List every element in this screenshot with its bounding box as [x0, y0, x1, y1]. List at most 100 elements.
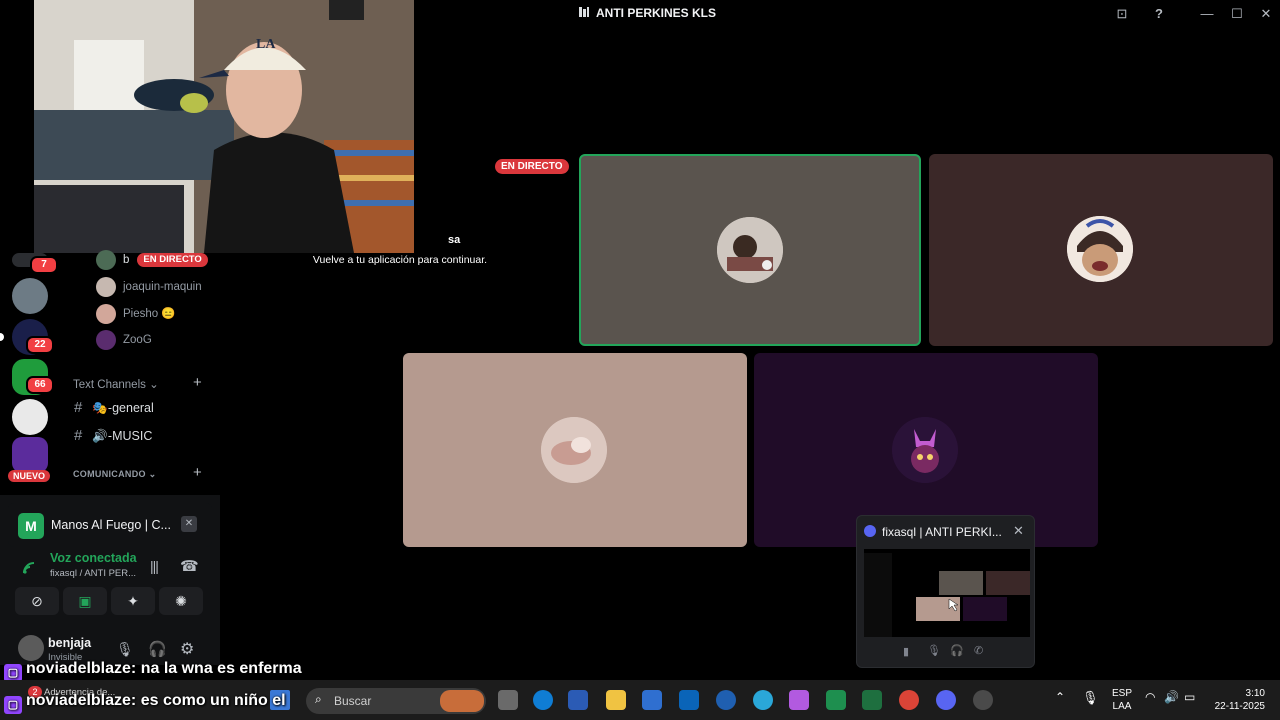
- window-title-text: ANTI PERKINES KLS: [596, 6, 717, 20]
- server-unread-badge: 22: [26, 336, 54, 354]
- gear-icon[interactable]: ⚙: [180, 639, 194, 659]
- activity-title: Manos Al Fuego | C...: [51, 518, 171, 532]
- chevron-up-icon[interactable]: ⌃: [1055, 690, 1065, 704]
- live-indicator: EN DIRECTO: [495, 159, 569, 174]
- avatar: [717, 217, 783, 283]
- camera-off-button[interactable]: ⊘: [15, 587, 59, 615]
- copilot-icon[interactable]: [789, 690, 809, 710]
- minimize-button[interactable]: —: [1197, 4, 1217, 24]
- voice-user[interactable]: joaquin-maquin: [96, 277, 202, 297]
- taskbar-search[interactable]: ⌕ Buscar: [306, 688, 486, 714]
- channel-emoji: 🎭: [92, 401, 108, 415]
- close-activity-icon[interactable]: ✕: [181, 516, 197, 532]
- connection-signal-icon[interactable]: [21, 558, 39, 576]
- new-label: NUEVO: [8, 470, 51, 482]
- task-view-icon[interactable]: [498, 690, 518, 710]
- chat-message: ▢ noviadelblaze: es como un niño el: [0, 692, 286, 716]
- voice-user-name: b: [123, 254, 130, 267]
- app-icon[interactable]: [862, 690, 882, 710]
- close-icon[interactable]: ✕: [1013, 523, 1024, 539]
- server-unread-badge: 66: [26, 376, 54, 394]
- add-channel-icon[interactable]: +: [193, 374, 202, 391]
- activity-card[interactable]: M Manos Al Fuego | C... ✕: [8, 503, 212, 547]
- edge-icon[interactable]: [533, 690, 553, 710]
- soundboard-button[interactable]: ✺: [159, 587, 203, 615]
- avatar: [1067, 216, 1133, 282]
- outlook-icon[interactable]: [679, 690, 699, 710]
- webcam-image: LA: [34, 0, 414, 253]
- battery-icon[interactable]: ▭: [1184, 690, 1195, 704]
- help-icon[interactable]: ?: [1149, 4, 1169, 24]
- avatar: [96, 250, 116, 270]
- overlay-name: sa: [448, 234, 461, 246]
- webcam-overlay: LA: [34, 0, 414, 253]
- clock[interactable]: 3:10 22-11-2025: [1205, 687, 1265, 713]
- continue-note: Vuelve a tu aplicación para continuar.: [312, 254, 488, 266]
- category-label: Text Channels: [73, 379, 146, 391]
- avatar: [541, 417, 607, 483]
- popup-title: fixasql | ANTI PERKI...: [882, 525, 1002, 539]
- voice-user[interactable]: ZooG: [96, 330, 152, 350]
- voice-user-panel: M Manos Al Fuego | C... ✕ Voz conectada …: [0, 495, 220, 665]
- live-badge: EN DIRECTO: [137, 253, 208, 267]
- language-region: LAA: [1112, 701, 1132, 712]
- search-highlight-image: [440, 690, 484, 712]
- hp-icon[interactable]: [716, 690, 736, 710]
- search-placeholder: Buscar: [334, 694, 372, 708]
- chevron-down-icon: ⌄: [149, 379, 159, 391]
- volume-icon[interactable]: 🔊: [1164, 690, 1179, 704]
- avatar: [96, 304, 116, 324]
- close-button[interactable]: ✕: [1256, 4, 1276, 24]
- category-comunicando[interactable]: COMUNICANDO ⌄: [73, 469, 156, 480]
- add-channel-icon[interactable]: +: [193, 464, 202, 481]
- microphone-icon[interactable]: 🎙: [927, 644, 941, 657]
- excel-icon[interactable]: [826, 690, 846, 710]
- camera-icon[interactable]: ▮: [903, 645, 921, 661]
- wifi-icon[interactable]: ◠: [1145, 690, 1155, 704]
- server-icon[interactable]: [12, 399, 48, 435]
- word-icon[interactable]: [568, 690, 588, 710]
- microphone-icon[interactable]: 🎙: [116, 641, 134, 658]
- category-text-channels[interactable]: Text Channels ⌄: [73, 377, 159, 391]
- participant-tile-speaking[interactable]: [579, 154, 921, 346]
- voice-user-name: ZooG: [123, 334, 152, 347]
- disconnect-icon[interactable]: ✆: [974, 644, 983, 657]
- chrome-icon[interactable]: [899, 690, 919, 710]
- file-explorer-icon[interactable]: [606, 690, 626, 710]
- activity-app-icon: M: [18, 513, 44, 539]
- headphones-icon[interactable]: 🎧: [950, 644, 964, 657]
- server-icon[interactable]: [12, 437, 48, 473]
- participant-tile[interactable]: [403, 353, 747, 547]
- server-rail: 7 22 66 NUEVO: [0, 253, 60, 495]
- participant-tile[interactable]: [929, 154, 1273, 346]
- obs-icon[interactable]: [973, 690, 993, 710]
- activities-button[interactable]: ✦: [111, 587, 155, 615]
- language-indicator[interactable]: ESP LAA: [1112, 687, 1132, 713]
- screen-share-button[interactable]: ▣: [63, 587, 107, 615]
- voice-user[interactable]: Piesho 😑: [96, 304, 176, 324]
- maximize-button[interactable]: ☐: [1227, 4, 1247, 24]
- discord-icon: [864, 525, 876, 537]
- channel-music[interactable]: # 🔊-MUSIC: [74, 427, 152, 444]
- chat-user: noviadelblaze: [26, 692, 131, 709]
- voice-channel-path[interactable]: fixasql / ANTI PER...: [50, 568, 136, 579]
- discord-icon[interactable]: [936, 690, 956, 710]
- hash-icon: #: [74, 399, 83, 416]
- disconnect-icon[interactable]: ☎: [180, 557, 199, 575]
- inbox-icon[interactable]: ⊡: [1112, 4, 1132, 24]
- assistant-icon[interactable]: [753, 690, 773, 710]
- noise-suppression-icon[interactable]: |||: [150, 558, 159, 574]
- screenshare-preview-popup[interactable]: fixasql | ANTI PERKI... ✕ ▮ 🎙 🎧 ✆: [856, 515, 1035, 668]
- headphones-icon[interactable]: 🎧: [148, 640, 167, 658]
- server-icon[interactable]: [12, 278, 48, 314]
- voice-user-name: Piesho 😑: [123, 308, 176, 321]
- chat-text: : es como un niño el: [130, 692, 286, 709]
- avatar[interactable]: [18, 635, 44, 661]
- store-icon[interactable]: [642, 690, 662, 710]
- voice-user[interactable]: b EN DIRECTO: [96, 250, 208, 270]
- microphone-icon[interactable]: 🎙: [1082, 690, 1099, 706]
- voice-status[interactable]: Voz conectada: [50, 551, 137, 565]
- screenshare-thumbnail[interactable]: [864, 549, 1030, 637]
- channel-general[interactable]: # 🎭-general: [74, 399, 154, 416]
- hash-icon: #: [74, 427, 83, 444]
